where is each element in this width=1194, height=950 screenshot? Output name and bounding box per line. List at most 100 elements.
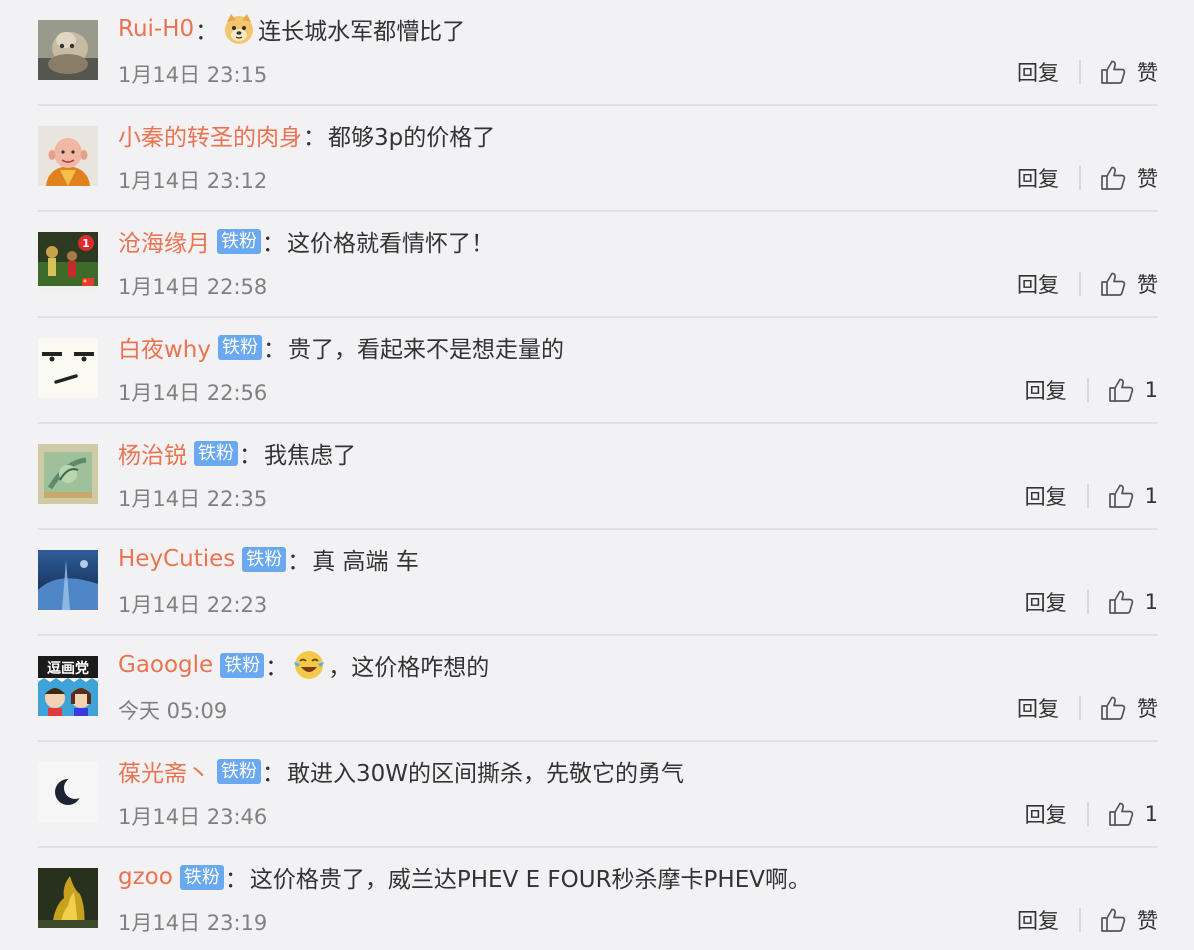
like-label: 1 bbox=[1144, 378, 1158, 402]
comment-item: 葆光斋丶 铁粉：敢进入30W的区间撕杀，先敬它的勇气 1月14日 23:46 回复 1 bbox=[38, 742, 1158, 848]
username-link[interactable]: 葆光斋丶 bbox=[118, 754, 210, 788]
comment-timestamp: 1月14日 22:56 bbox=[118, 381, 268, 405]
green-illustration-avatar[interactable] bbox=[38, 444, 98, 504]
comment-item: gzoo 铁粉：这价格贵了，威兰达PHEV E FOUR秒杀摩卡PHEV啊。 1月1… bbox=[38, 848, 1158, 950]
meh-face-avatar[interactable] bbox=[38, 338, 98, 398]
comment-timestamp: 1月14日 22:35 bbox=[118, 487, 268, 511]
colon: ： bbox=[265, 655, 289, 681]
comment-text: 都够3p的价格了 bbox=[328, 125, 496, 151]
action-divider bbox=[1086, 378, 1089, 402]
comment-actions: 回复 赞 bbox=[1017, 905, 1158, 935]
iron-fan-badge[interactable]: 铁粉 bbox=[220, 652, 265, 678]
username-link[interactable]: 小秦的转圣的肉身 bbox=[118, 118, 302, 152]
like-label: 1 bbox=[1144, 484, 1158, 508]
comment-item: 1 沧海缘月 铁粉：这价格就看情怀了！ 1月14日 22:58 回复 赞 bbox=[38, 212, 1158, 318]
comment-actions: 回复 赞 bbox=[1017, 57, 1158, 87]
iron-fan-badge[interactable]: 铁粉 bbox=[217, 228, 261, 254]
username-link[interactable]: Rui-H0 bbox=[118, 16, 194, 42]
doge-emoji bbox=[222, 12, 256, 46]
comment-list: Rui-H0：连长城水军都懵比了 1月14日 23:15 回复赞小秦的转圣的肉身：都… bbox=[0, 0, 1194, 950]
comment-timestamp: 1月14日 23:15 bbox=[118, 63, 268, 87]
reply-button[interactable]: 回复 bbox=[1025, 587, 1067, 617]
reply-button[interactable]: 回复 bbox=[1017, 693, 1059, 723]
reply-button[interactable]: 回复 bbox=[1025, 375, 1067, 405]
thumbs-up-icon bbox=[1099, 694, 1127, 722]
comment-text: 贵了，看起来不是想走量的 bbox=[288, 337, 564, 363]
colon: ： bbox=[224, 867, 248, 893]
comment-text: 这价格贵了，威兰达PHEV E FOUR秒杀摩卡PHEV啊。 bbox=[249, 867, 811, 893]
like-label: 赞 bbox=[1137, 909, 1158, 933]
comment-item: 逗画党 Gaoogle 铁粉： ，这价格咋想的 今天 05:09 回复 赞 bbox=[38, 636, 1158, 742]
username-link[interactable]: 杨治锐 bbox=[118, 436, 187, 470]
golden-fire-avatar[interactable] bbox=[38, 868, 98, 928]
comment-actions: 回复 1 bbox=[1025, 481, 1158, 511]
username-link[interactable]: Gaoogle bbox=[118, 652, 213, 678]
iron-fan-badge[interactable]: 铁粉 bbox=[179, 864, 224, 890]
iron-fan-badge[interactable]: 铁粉 bbox=[218, 334, 262, 360]
comment-timestamp: 1月14日 23:19 bbox=[118, 911, 268, 935]
reply-button[interactable]: 回复 bbox=[1025, 799, 1067, 829]
comment-timestamp: 1月14日 22:23 bbox=[118, 593, 268, 617]
action-divider bbox=[1086, 484, 1089, 508]
like-button[interactable]: 1 bbox=[1107, 800, 1158, 828]
comic-party-avatar[interactable]: 逗画党 bbox=[38, 656, 98, 716]
reply-button[interactable]: 回复 bbox=[1025, 481, 1067, 511]
crescent-moon-avatar[interactable] bbox=[38, 762, 98, 822]
comment-text: 连长城水军都懵比了 bbox=[258, 19, 466, 45]
colon: ： bbox=[195, 19, 219, 45]
thumbs-up-icon bbox=[1107, 800, 1135, 828]
comment-timestamp: 1月14日 23:12 bbox=[118, 169, 268, 193]
comment-item: 白夜why 铁粉：贵了，看起来不是想走量的 1月14日 22:56 回复 1 bbox=[38, 318, 1158, 424]
thumbs-up-icon bbox=[1107, 482, 1135, 510]
comment-line: 沧海缘月 铁粉：这价格就看情怀了！ bbox=[118, 224, 494, 258]
thumbs-up-icon bbox=[1099, 906, 1127, 934]
username-link[interactable]: 白夜why bbox=[118, 330, 211, 364]
football-poster-avatar[interactable]: 1 bbox=[38, 232, 98, 292]
like-button[interactable]: 赞 bbox=[1099, 269, 1158, 299]
iron-fan-badge[interactable]: 铁粉 bbox=[217, 758, 261, 784]
reply-button[interactable]: 回复 bbox=[1017, 269, 1059, 299]
comment-text: 真 高端 车 bbox=[312, 549, 419, 575]
comment-line: Rui-H0： 连长城水军都懵比了 bbox=[118, 12, 465, 46]
like-label: 1 bbox=[1144, 590, 1158, 614]
username-link[interactable]: HeyCuties bbox=[118, 546, 235, 572]
comment-line: 葆光斋丶 铁粉：敢进入30W的区间撕杀，先敬它的勇气 bbox=[118, 754, 684, 788]
comment-line: gzoo 铁粉：这价格贵了，威兰达PHEV E FOUR秒杀摩卡PHEV啊。 bbox=[118, 860, 811, 894]
cartoon-monk-avatar[interactable] bbox=[38, 126, 98, 186]
like-button[interactable]: 赞 bbox=[1099, 57, 1158, 87]
username-link[interactable]: gzoo bbox=[118, 864, 173, 890]
like-button[interactable]: 1 bbox=[1107, 588, 1158, 616]
thumbs-up-icon bbox=[1099, 58, 1127, 86]
iron-fan-badge[interactable]: 铁粉 bbox=[242, 546, 287, 572]
comment-timestamp: 今天 05:09 bbox=[118, 699, 228, 723]
like-label: 赞 bbox=[1137, 273, 1158, 297]
comment-text: 我焦虑了 bbox=[264, 443, 356, 469]
reply-button[interactable]: 回复 bbox=[1017, 163, 1059, 193]
comment-line: 白夜why 铁粉：贵了，看起来不是想走量的 bbox=[118, 330, 564, 364]
svg-text:逗画党: 逗画党 bbox=[47, 660, 89, 677]
iron-fan-badge[interactable]: 铁粉 bbox=[194, 440, 238, 466]
username-link[interactable]: 沧海缘月 bbox=[118, 224, 210, 258]
action-divider bbox=[1079, 696, 1081, 720]
action-divider bbox=[1079, 60, 1081, 84]
like-button[interactable]: 赞 bbox=[1099, 905, 1158, 935]
reply-button[interactable]: 回复 bbox=[1017, 57, 1059, 87]
like-button[interactable]: 1 bbox=[1107, 376, 1158, 404]
blue-night-avatar[interactable] bbox=[38, 550, 98, 610]
comment-actions: 回复 赞 bbox=[1017, 269, 1158, 299]
like-label: 赞 bbox=[1137, 167, 1158, 191]
colon: ： bbox=[263, 337, 286, 363]
like-button[interactable]: 赞 bbox=[1099, 693, 1158, 723]
reply-button[interactable]: 回复 bbox=[1017, 905, 1059, 935]
comment-actions: 回复 1 bbox=[1025, 587, 1158, 617]
laugh-cry-emoji bbox=[292, 648, 326, 682]
like-button[interactable]: 赞 bbox=[1099, 163, 1158, 193]
like-label: 1 bbox=[1144, 802, 1158, 826]
monkey-photo-avatar[interactable] bbox=[38, 20, 98, 80]
comment-text: 敢进入30W的区间撕杀，先敬它的勇气 bbox=[287, 761, 685, 787]
like-button[interactable]: 1 bbox=[1107, 482, 1158, 510]
comment-actions: 回复 1 bbox=[1025, 375, 1158, 405]
comment-actions: 回复 1 bbox=[1025, 799, 1158, 829]
action-divider bbox=[1079, 166, 1081, 190]
like-label: 赞 bbox=[1137, 697, 1158, 721]
